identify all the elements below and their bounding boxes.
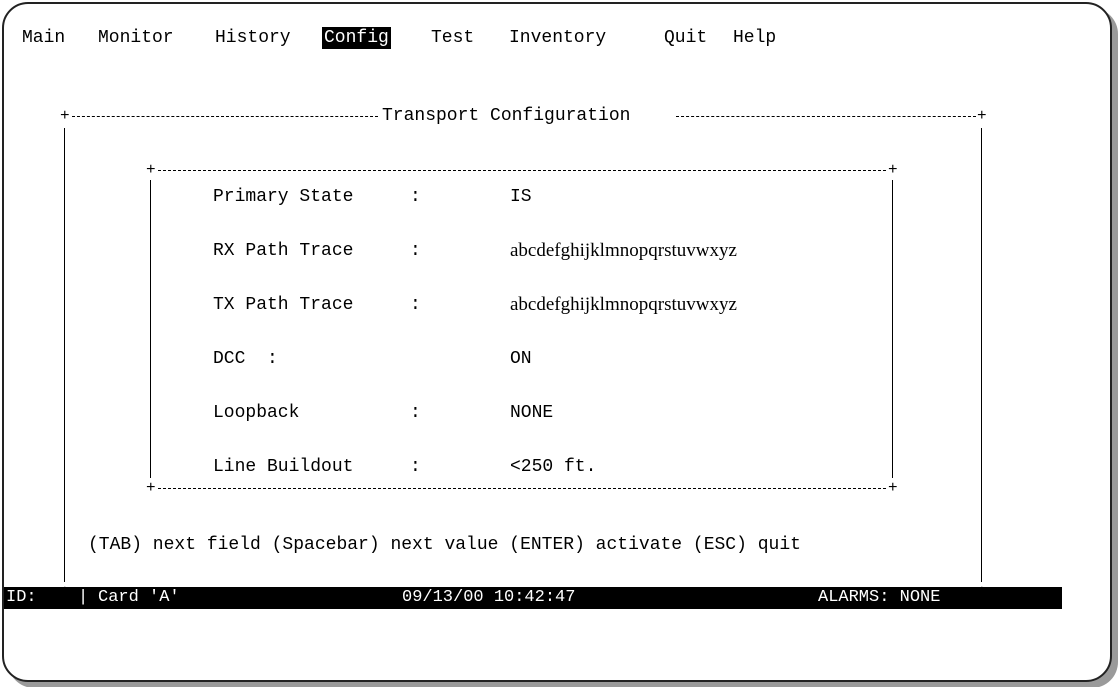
dialog-title: Transport Configuration <box>382 106 631 126</box>
menu-item-main[interactable]: Main <box>22 27 65 49</box>
box-corner: + <box>888 479 898 497</box>
panel-border-bottom <box>158 488 886 489</box>
box-corner: + <box>888 161 898 179</box>
menu-item-history[interactable]: History <box>215 27 291 49</box>
panel-border-top <box>158 170 886 171</box>
help-text: (TAB) next field (Spacebar) next value (… <box>88 535 801 555</box>
dcc-value[interactable]: ON <box>510 349 532 369</box>
box-border-top-left <box>72 116 378 117</box>
line-buildout-value[interactable]: <250 ft. <box>510 457 596 477</box>
primary-state-value[interactable]: IS <box>510 187 532 207</box>
tx-path-trace-value[interactable]: abcdefghijklmnopqrstuvwxyz <box>510 295 737 315</box>
box-border-left <box>64 128 65 582</box>
box-corner: + <box>146 161 156 179</box>
loopback-value[interactable]: NONE <box>510 403 553 423</box>
menu-item-config[interactable]: Config <box>322 27 391 49</box>
status-bar: ID: | Card 'A' 09/13/00 10:42:47 ALARMS:… <box>4 587 1062 609</box>
field-separator: : <box>410 403 421 423</box>
box-border-right <box>981 128 982 582</box>
menu-item-test[interactable]: Test <box>431 27 474 49</box>
field-label: Loopback <box>213 403 300 423</box>
box-corner: + <box>146 479 156 497</box>
status-divider: | <box>78 588 89 607</box>
menu-item-inventory[interactable]: Inventory <box>509 27 606 49</box>
field-label: RX Path Trace <box>213 241 354 261</box>
terminal-window: Main Monitor History Config Test Invento… <box>2 2 1112 682</box>
field-label: TX Path Trace <box>213 295 354 315</box>
box-corner: + <box>977 107 987 125</box>
field-separator: : <box>410 295 421 315</box>
datetime: 09/13/00 10:42:47 <box>402 588 576 607</box>
card-label: Card 'A' <box>98 588 180 607</box>
alarms-status: ALARMS: NONE <box>818 588 941 607</box>
menu-item-quit[interactable]: Quit <box>664 27 707 49</box>
field-separator: : <box>410 457 421 477</box>
menu-item-help[interactable]: Help <box>733 27 776 49</box>
field-label: Primary State <box>213 187 354 207</box>
panel-border-right <box>892 180 893 478</box>
field-separator: : <box>410 187 421 207</box>
rx-path-trace-value[interactable]: abcdefghijklmnopqrstuvwxyz <box>510 241 737 261</box>
box-corner: + <box>60 107 70 125</box>
panel-border-left <box>150 180 151 478</box>
field-label: DCC : <box>213 349 278 369</box>
id-label: ID: <box>6 588 37 607</box>
field-separator: : <box>410 241 421 261</box>
box-border-top-right <box>676 116 976 117</box>
menu-item-monitor[interactable]: Monitor <box>98 27 174 49</box>
field-label: Line Buildout <box>213 457 354 477</box>
